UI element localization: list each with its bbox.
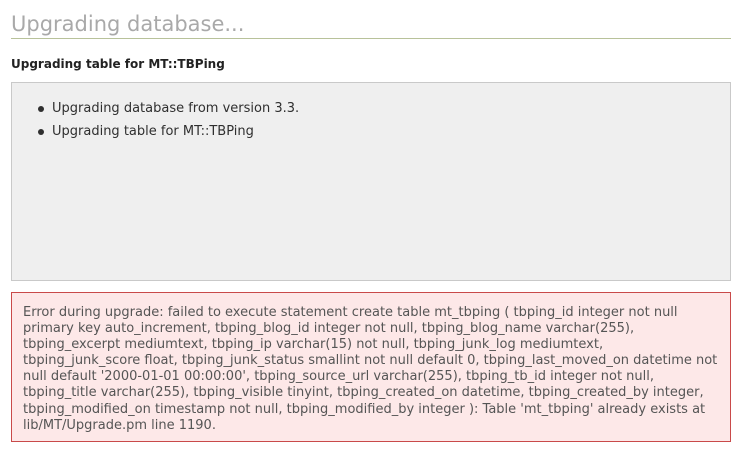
log-item: Upgrading database from version 3.3. — [38, 97, 720, 120]
log-item-text: Upgrading database from version 3.3. — [52, 101, 300, 116]
log-item-text: Upgrading table for MT::TBPing — [52, 124, 254, 139]
log-item: Upgrading table for MT::TBPing — [38, 120, 720, 143]
upgrade-log-list: Upgrading database from version 3.3. Upg… — [38, 97, 720, 143]
error-message-panel: Error during upgrade: failed to execute … — [11, 292, 731, 442]
upgrade-log-panel: Upgrading database from version 3.3. Upg… — [11, 82, 731, 281]
upgrade-status-heading: Upgrading table for MT::TBPing — [11, 57, 225, 71]
error-message-text: Error during upgrade: failed to execute … — [23, 305, 718, 433]
bullet-icon — [38, 129, 44, 135]
page-title: Upgrading database... — [11, 12, 731, 39]
bullet-icon — [38, 106, 44, 112]
